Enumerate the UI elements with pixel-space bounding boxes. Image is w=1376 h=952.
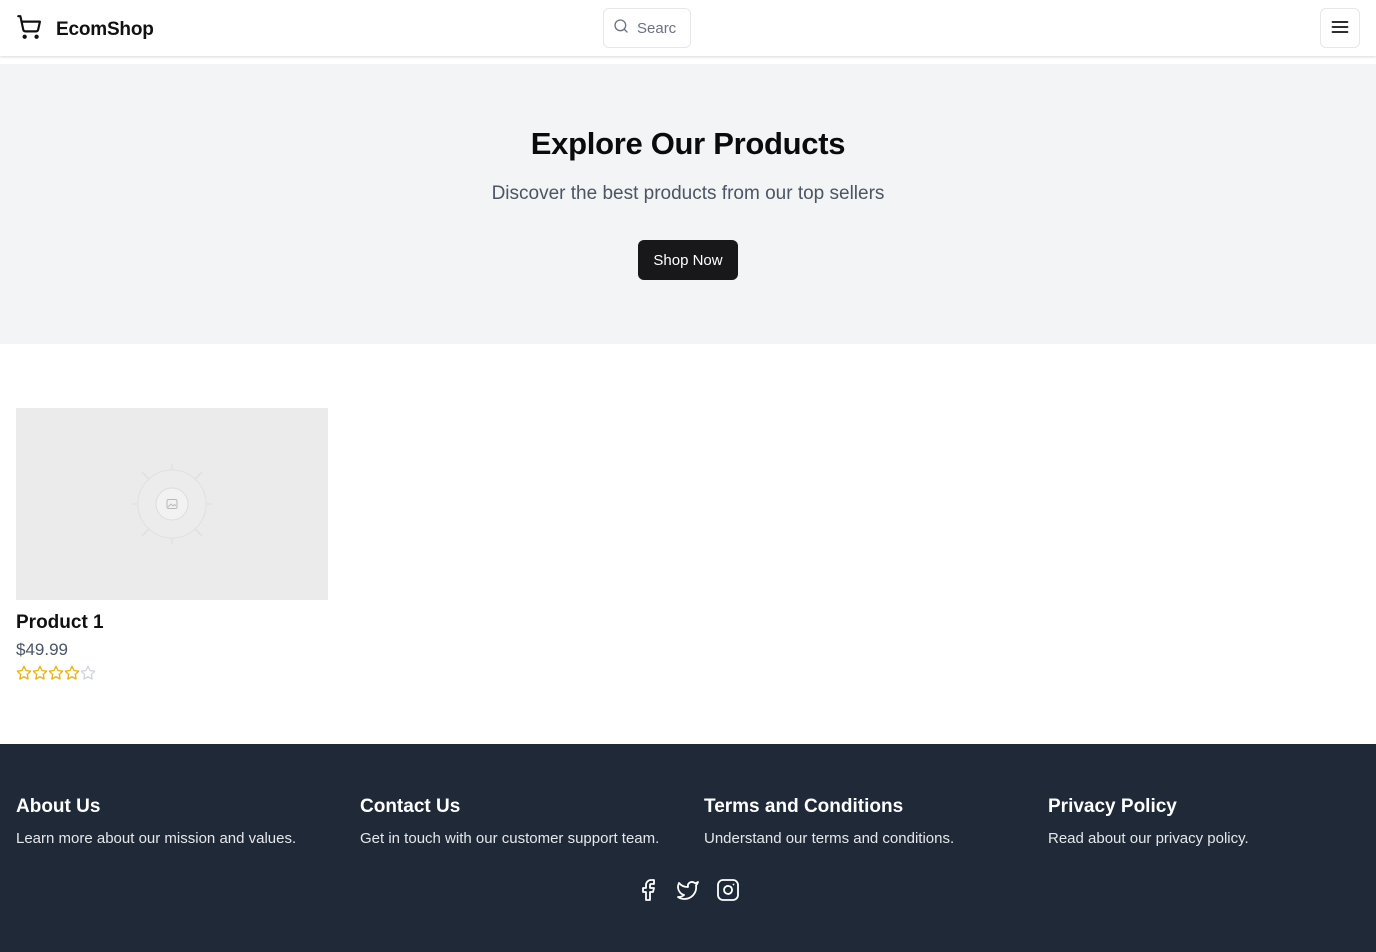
site-footer: About Us Learn more about our mission an…: [0, 744, 1376, 952]
facebook-icon: [642, 879, 655, 901]
search-icon: [613, 18, 629, 39]
footer-text: Learn more about our mission and values.: [16, 830, 297, 847]
instagram-icon: [717, 879, 739, 901]
hero-title: Explore Our Products: [530, 126, 846, 161]
footer-heading: Privacy Policy: [1048, 796, 1177, 817]
footer-heading: Terms and Conditions: [704, 796, 904, 817]
search-input[interactable]: [637, 19, 677, 37]
facebook-link[interactable]: [636, 878, 660, 906]
star-rating: [16, 665, 328, 681]
footer-text: Read about our privacy policy.: [1048, 830, 1249, 847]
footer-text: Get in touch with our customer support t…: [360, 830, 660, 847]
product-price: $49.99: [16, 640, 68, 659]
brand-name: EcomShop: [56, 18, 154, 40]
star-filled-icon: [16, 665, 32, 680]
site-header: EcomShop: [0, 0, 1376, 56]
shop-now-button[interactable]: Shop Now: [638, 240, 738, 280]
hero-section: Explore Our Products Discover the best p…: [0, 64, 1376, 344]
footer-about: About Us Learn more about our mission an…: [16, 796, 346, 847]
footer-heading: About Us: [16, 796, 101, 817]
instagram-link[interactable]: [716, 878, 740, 906]
menu-button[interactable]: [1320, 8, 1360, 48]
footer-privacy: Privacy Policy Read about our privacy po…: [1048, 796, 1376, 847]
product-card[interactable]: Product 1 $49.99: [16, 408, 328, 681]
image-placeholder-icon: [132, 464, 212, 544]
hamburger-menu-icon: [1330, 17, 1350, 40]
footer-terms: Terms and Conditions Understand our term…: [704, 796, 1034, 847]
twitter-link[interactable]: [676, 878, 700, 906]
search-box[interactable]: [603, 8, 691, 48]
hero-subtitle: Discover the best products from our top …: [491, 183, 885, 204]
star-empty-icon: [80, 665, 96, 680]
footer-contact: Contact Us Get in touch with our custome…: [360, 796, 690, 847]
star-filled-icon: [64, 665, 80, 680]
twitter-icon: [677, 881, 699, 900]
star-filled-icon: [32, 665, 48, 680]
footer-text: Understand our terms and conditions.: [704, 830, 955, 847]
shopping-cart-icon: [16, 14, 42, 45]
brand[interactable]: EcomShop: [16, 14, 154, 45]
star-filled-icon: [48, 665, 64, 680]
social-links: [636, 878, 740, 906]
product-image-placeholder[interactable]: [16, 408, 328, 600]
product-name[interactable]: Product 1: [16, 612, 328, 634]
footer-heading: Contact Us: [360, 796, 461, 817]
